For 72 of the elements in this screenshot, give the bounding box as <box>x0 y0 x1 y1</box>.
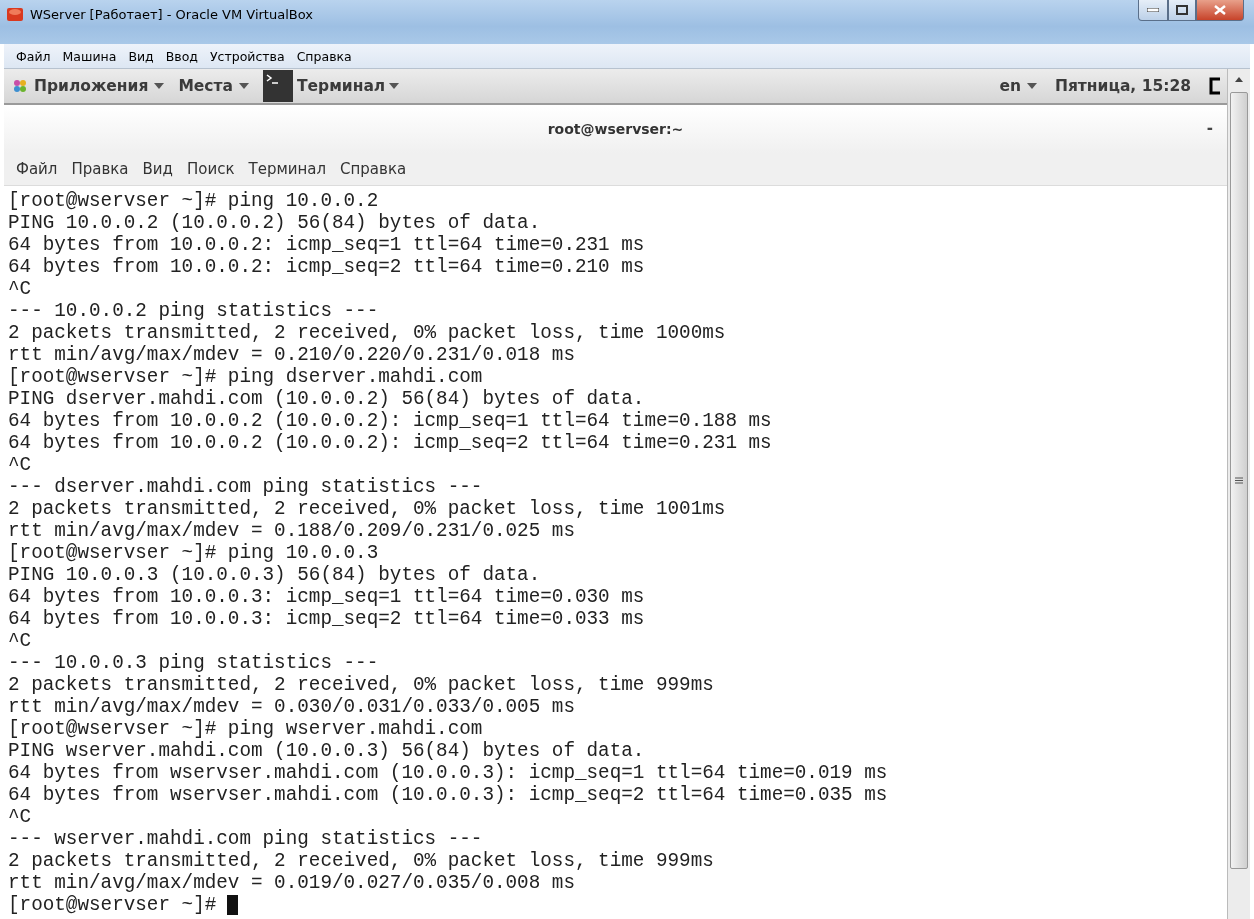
terminal-line: ^C <box>8 454 33 476</box>
terminal-line: PING 10.0.0.3 (10.0.0.3) 56(84) bytes of data. <box>8 564 542 586</box>
menu-item[interactable]: Справка <box>296 48 352 64</box>
terminal-line: --- wserver.mahdi.com ping statistics --- <box>8 828 484 850</box>
terminal-line: 2 packets transmitted, 2 received, 0% packet loss, time 1001ms <box>8 498 727 520</box>
terminal-line: rtt min/avg/max/mdev = 0.188/0.209/0.231/0.025 ms <box>8 520 576 542</box>
scroll-up-icon <box>1235 77 1243 82</box>
terminal-line: 64 bytes from 10.0.0.2 (10.0.0.2): icmp_seq=1 ttl=64 time=0.188 ms <box>8 410 773 432</box>
keyboard-layout-menu[interactable]: en <box>999 77 1037 95</box>
terminal-line: rtt min/avg/max/mdev = 0.030/0.031/0.033/0.005 ms <box>8 696 576 718</box>
terminal-line: 64 bytes from 10.0.0.2 (10.0.0.2): icmp_seq=2 ttl=64 time=0.231 ms <box>8 432 773 454</box>
terminal-line: ^C <box>8 630 33 652</box>
terminal-line: ^C <box>8 278 33 300</box>
terminal-prompt: [root@wservser ~]# <box>8 894 217 916</box>
minimize-icon <box>1147 8 1159 12</box>
menu-item[interactable]: Вид <box>128 48 154 64</box>
bracket-icon <box>1209 77 1221 95</box>
terminal-line: PING dserver.mahdi.com (10.0.0.2) 56(84) bytes of data. <box>8 388 646 410</box>
menu-item[interactable]: Файл <box>16 48 51 64</box>
maximize-icon <box>1176 5 1188 15</box>
menu-item[interactable]: Ввод <box>165 48 198 64</box>
terminal-line: PING wserver.mahdi.com (10.0.0.3) 56(84) bytes of data. <box>8 740 646 762</box>
terminal-line: 64 bytes from 10.0.0.2: icmp_seq=1 ttl=64 time=0.231 ms <box>8 234 646 256</box>
close-icon <box>1214 5 1226 15</box>
caret-icon <box>154 83 165 89</box>
terminal-line: 2 packets transmitted, 2 received, 0% packet loss, time 999ms <box>8 674 715 696</box>
menu-item[interactable]: Файл <box>16 160 58 178</box>
window-title: WServer [Работает] - Oracle VM VirtualBox <box>30 6 313 24</box>
terminal-line: rtt min/avg/max/mdev = 0.210/0.220/0.231/0.018 ms <box>8 344 576 366</box>
menu-item[interactable]: Терминал <box>248 160 327 178</box>
caret-icon <box>389 83 400 89</box>
terminal-line: ^C <box>8 806 33 828</box>
terminal-title: root@wservser:~ <box>547 121 684 137</box>
menu-item[interactable]: Поиск <box>186 160 235 178</box>
flower-icon <box>12 78 28 94</box>
terminal-line: 2 packets transmitted, 2 received, 0% packet loss, time 1000ms <box>8 322 727 344</box>
minimize-button[interactable]: - <box>1206 119 1213 137</box>
terminal-line: [root@wservser ~]# ping 10.0.0.2 <box>8 190 380 212</box>
minimize-button[interactable] <box>1138 0 1168 21</box>
menu-item[interactable]: Устройства <box>209 48 285 64</box>
terminal-line: PING 10.0.0.2 (10.0.0.2) 56(84) bytes of data. <box>8 212 542 234</box>
terminal-line: 2 packets transmitted, 2 received, 0% packet loss, time 999ms <box>8 850 715 872</box>
menu-item[interactable]: Правка <box>71 160 129 178</box>
terminal-line: 64 bytes from wservser.mahdi.com (10.0.0.3): icmp_seq=1 ttl=64 time=0.019 ms <box>8 762 889 784</box>
terminal-line: [root@wservser ~]# ping wserver.mahdi.com <box>8 718 484 740</box>
maximize-button[interactable] <box>1168 0 1196 21</box>
terminal-line: [root@wservser ~]# ping dserver.mahdi.com <box>8 366 484 388</box>
terminal-line: 64 bytes from 10.0.0.3: icmp_seq=1 ttl=64 time=0.030 ms <box>8 586 646 608</box>
grip-icon <box>1235 477 1243 484</box>
terminal-icon <box>262 70 293 102</box>
terminal-menu[interactable]: Терминал <box>262 70 400 102</box>
applications-menu[interactable]: Приложения <box>12 77 165 95</box>
terminal-line: [root@wservser ~]# ping 10.0.0.3 <box>8 542 380 564</box>
terminal-line: --- dserver.mahdi.com ping statistics --- <box>8 476 484 498</box>
terminal-line: rtt min/avg/max/mdev = 0.019/0.027/0.035/0.008 ms <box>8 872 576 894</box>
menu-item[interactable]: Справка <box>340 160 407 178</box>
terminal-line: 64 bytes from wservser.mahdi.com (10.0.0.3): icmp_seq=2 ttl=64 time=0.035 ms <box>8 784 889 806</box>
caret-icon <box>1026 83 1037 89</box>
places-menu[interactable]: Места <box>178 77 249 95</box>
clock[interactable]: Пятница, 15:28 <box>1054 77 1191 95</box>
scrollbar[interactable] <box>1227 69 1250 919</box>
text-cursor <box>227 895 239 915</box>
menu-item[interactable]: Машина <box>62 48 117 64</box>
terminal-line: --- 10.0.0.2 ping statistics --- <box>8 300 380 322</box>
menu-item[interactable]: Вид <box>142 160 173 178</box>
close-button[interactable] <box>1196 0 1244 21</box>
terminal-line: --- 10.0.0.3 ping statistics --- <box>8 652 380 674</box>
terminal-line: 64 bytes from 10.0.0.3: icmp_seq=2 ttl=64 time=0.033 ms <box>8 608 646 630</box>
scrollbar-thumb[interactable] <box>1230 92 1248 869</box>
app-icon <box>6 6 24 22</box>
caret-icon <box>238 83 249 89</box>
terminal-line: 64 bytes from 10.0.0.2: icmp_seq=2 ttl=64 time=0.210 ms <box>8 256 646 278</box>
